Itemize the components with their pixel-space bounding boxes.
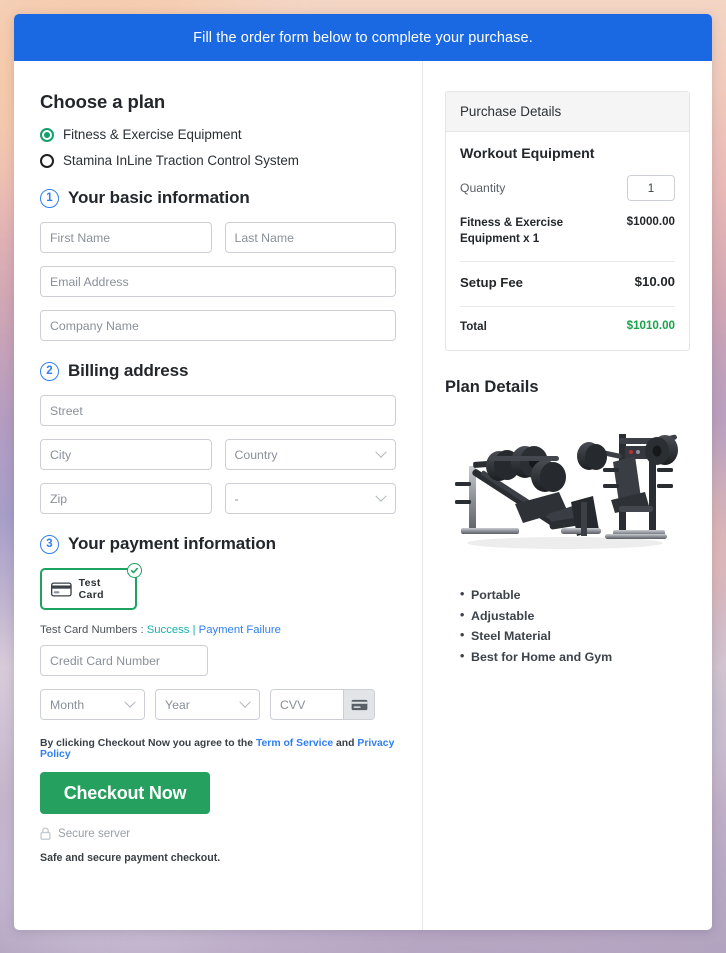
payment-note: Safe and secure payment checkout. xyxy=(40,852,221,864)
credit-card-number-input[interactable]: Credit Card Number xyxy=(40,645,208,676)
zip-input[interactable]: Zip xyxy=(40,483,212,514)
plan-details-title: Plan Details xyxy=(445,378,539,397)
step-number-badge: 1 xyxy=(40,188,59,208)
product-name: Workout Equipment xyxy=(460,146,595,162)
list-item: Portable xyxy=(460,584,690,605)
success-link[interactable]: Success xyxy=(147,624,190,636)
list-item: Steel Material xyxy=(460,625,690,646)
plan-option-label: Fitness & Exercise Equipment xyxy=(63,127,242,142)
list-item: Best for Home and Gym xyxy=(460,645,690,667)
name-fields-row: First Name Last Name xyxy=(40,222,396,253)
quantity-row: Quantity 1 xyxy=(460,175,675,201)
company-name-input[interactable]: Company Name xyxy=(40,310,396,341)
chevron-down-icon xyxy=(375,490,387,502)
year-select-value: Year xyxy=(165,697,190,712)
line-item-name: Fitness & Exercise Equipment x 1 xyxy=(460,216,564,246)
card-back-icon xyxy=(351,699,367,710)
email-field-row: Email Address xyxy=(40,266,396,297)
quantity-input[interactable]: 1 xyxy=(627,175,675,201)
line-item-amount: $1000.00 xyxy=(626,215,675,228)
order-form-column: Choose a plan Fitness & Exercise Equipme… xyxy=(14,61,422,930)
cvv-input[interactable]: CVV xyxy=(271,690,343,719)
step-3-header: 3 Your payment information xyxy=(40,534,396,554)
chevron-down-icon xyxy=(375,446,387,458)
cvv-field-group: CVV xyxy=(270,689,375,720)
year-select[interactable]: Year xyxy=(155,689,260,720)
lock-icon xyxy=(40,827,51,840)
summary-column: Purchase Details Workout Equipment Quant… xyxy=(422,61,712,930)
email-input[interactable]: Email Address xyxy=(40,266,396,297)
total-row: Total $1010.00 xyxy=(460,305,675,338)
company-field-row: Company Name xyxy=(40,310,396,341)
chevron-down-icon xyxy=(239,696,251,708)
workout-equipment-illustration xyxy=(454,433,678,549)
line-item-row: Fitness & Exercise Equipment x 1 $1000.0… xyxy=(460,215,675,261)
total-label: Total xyxy=(460,319,487,333)
checkout-card: Fill the order form below to complete yo… xyxy=(14,14,712,930)
agree-middle: and xyxy=(333,738,358,749)
banner-text: Fill the order form below to complete yo… xyxy=(193,29,533,46)
state-select[interactable]: - xyxy=(224,483,396,514)
total-amount: $1010.00 xyxy=(626,318,675,332)
street-input[interactable]: Street xyxy=(40,395,396,426)
country-select[interactable]: Country xyxy=(224,439,396,470)
credit-card-icon xyxy=(51,581,72,597)
purchase-details-header: Purchase Details xyxy=(446,92,689,132)
list-item: Adjustable xyxy=(460,605,690,626)
month-select[interactable]: Month xyxy=(40,689,145,720)
month-select-value: Month xyxy=(50,697,85,712)
plan-feature-list: Portable Adjustable Steel Material Best … xyxy=(445,584,690,667)
terms-of-service-link[interactable]: Term of Service xyxy=(256,738,333,749)
choose-plan-title: Choose a plan xyxy=(40,91,166,112)
step-label: Your basic information xyxy=(68,188,250,207)
expiry-cvv-row: Month Year CVV xyxy=(40,689,396,720)
purchase-details-panel: Purchase Details Workout Equipment Quant… xyxy=(445,91,690,352)
last-name-input[interactable]: Last Name xyxy=(224,222,396,253)
terms-agreement-text: By clicking Checkout Now you agree to th… xyxy=(40,738,396,760)
street-field-row: Street xyxy=(40,395,396,426)
test-card-option[interactable]: Test Card xyxy=(40,563,142,610)
card-body: Choose a plan Fitness & Exercise Equipme… xyxy=(14,61,712,930)
quantity-label: Quantity xyxy=(460,181,506,195)
product-image xyxy=(445,407,690,567)
step-label: Billing address xyxy=(68,361,189,380)
chevron-down-icon xyxy=(124,696,136,708)
plan-option-fitness[interactable]: Fitness & Exercise Equipment xyxy=(40,127,396,142)
payment-failure-link[interactable]: Payment Failure xyxy=(199,624,281,636)
step-number-badge: 2 xyxy=(40,361,59,381)
step-number-badge: 3 xyxy=(40,534,59,554)
step-1-header: 1 Your basic information xyxy=(40,188,396,208)
cvv-help-button[interactable] xyxy=(343,690,374,719)
test-card-numbers-hint: Test Card Numbers : Success | Payment Fa… xyxy=(40,624,396,636)
purchase-details-body: Workout Equipment Quantity 1 Fitness & E… xyxy=(446,132,689,350)
secure-server-label: Secure server xyxy=(58,827,131,840)
step-2-header: 2 Billing address xyxy=(40,361,396,381)
checkout-now-button[interactable]: Checkout Now xyxy=(40,772,210,814)
setup-fee-label: Setup Fee xyxy=(460,274,524,290)
link-separator: | xyxy=(189,624,199,636)
card-number-row: Credit Card Number xyxy=(40,645,396,676)
country-select-value: Country xyxy=(234,447,278,462)
check-badge-icon xyxy=(127,563,142,578)
plan-option-stamina[interactable]: Stamina InLine Traction Control System xyxy=(40,153,396,168)
page-banner: Fill the order form below to complete yo… xyxy=(14,14,712,61)
zip-state-row: Zip - xyxy=(40,483,396,514)
step-label: Your payment information xyxy=(68,534,276,553)
agree-prefix: By clicking Checkout Now you agree to th… xyxy=(40,738,256,749)
test-card-label: Test Card xyxy=(78,577,104,601)
city-input[interactable]: City xyxy=(40,439,212,470)
state-select-value: - xyxy=(234,491,239,506)
first-name-input[interactable]: First Name xyxy=(40,222,212,253)
radio-selected-icon[interactable] xyxy=(40,127,54,142)
city-country-row: City Country xyxy=(40,439,396,470)
test-numbers-prefix: Test Card Numbers : xyxy=(40,624,147,636)
plan-option-label: Stamina InLine Traction Control System xyxy=(63,153,299,168)
secure-server-row: Secure server xyxy=(40,827,396,840)
radio-unselected-icon[interactable] xyxy=(40,153,54,168)
setup-fee-amount: $10.00 xyxy=(634,273,675,289)
setup-fee-row: Setup Fee $10.00 xyxy=(460,260,675,306)
